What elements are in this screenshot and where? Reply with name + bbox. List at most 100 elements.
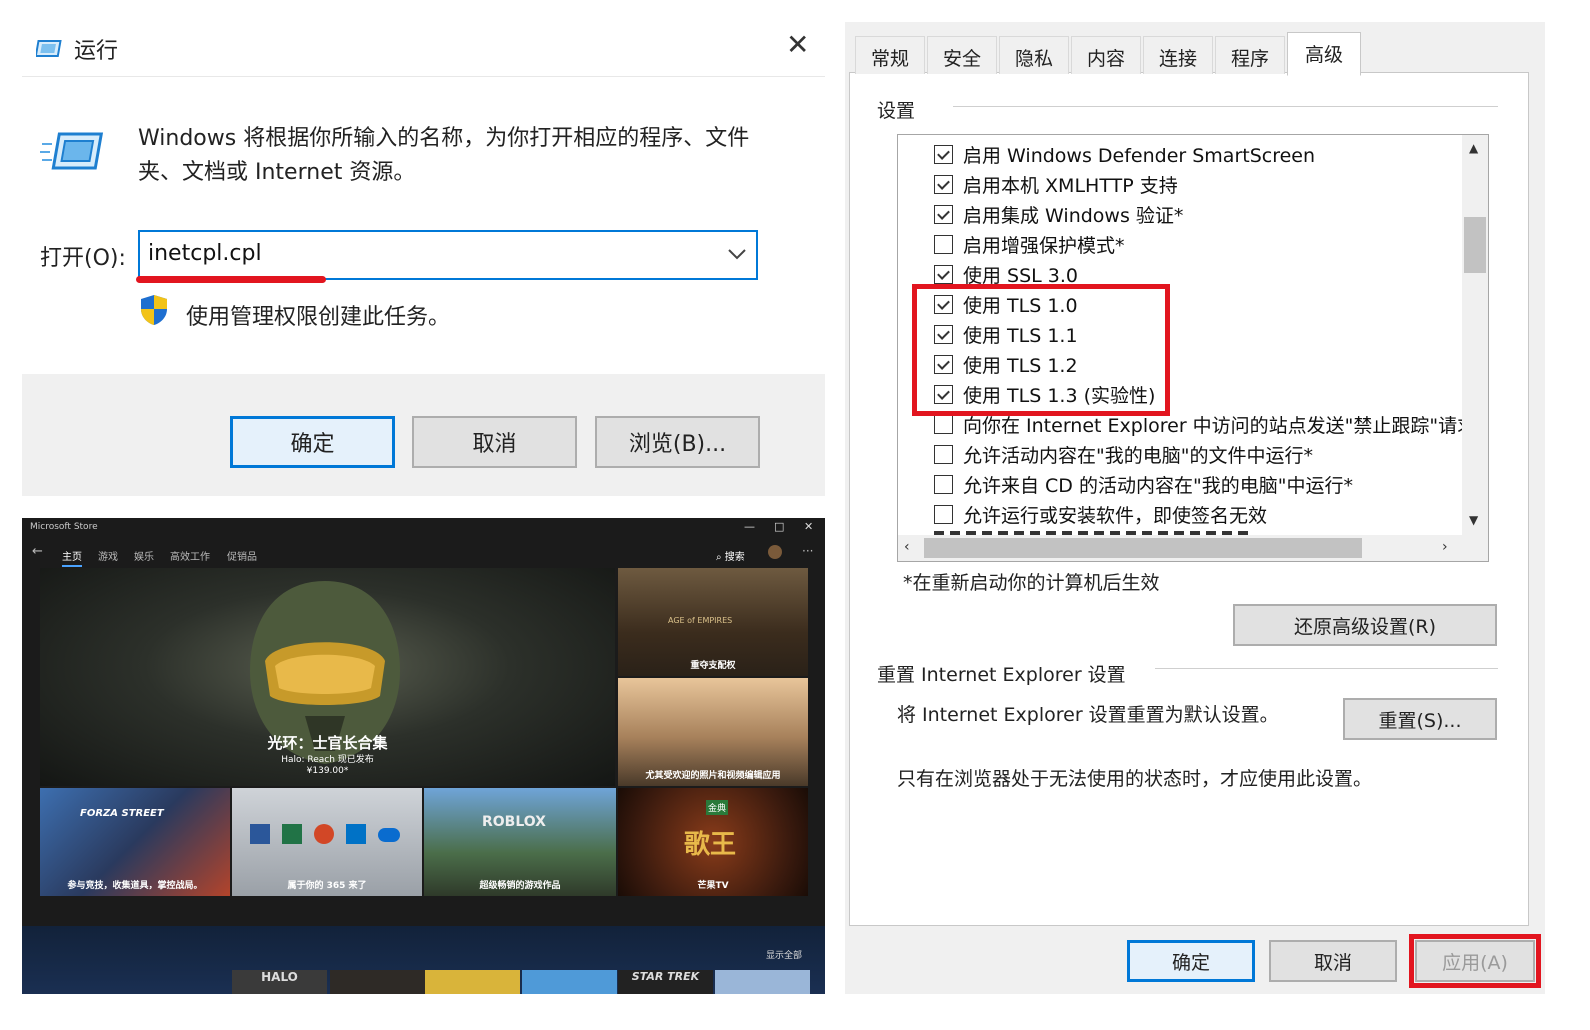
list-item-label: 启用 Windows Defender SmartScreen [963,145,1316,167]
show-all-link[interactable]: 显示全部 [766,948,802,961]
checkbox[interactable] [934,415,953,434]
maximize-icon[interactable]: □ [774,520,784,533]
reset-description: 将 Internet Explorer 设置重置为默认设置。 [897,704,1279,726]
scroll-down-icon[interactable]: ▼ [1469,513,1478,527]
microsoft-store-window: Microsoft Store — □ ✕ ← 主页 游戏 娱乐 高效工作 促销… [22,518,825,994]
jindian-logo: 金典 [706,800,729,815]
reset-button[interactable]: 重置(S)... [1343,698,1497,740]
startrek-thumb[interactable]: STAR TREK [618,970,713,994]
roblox-logo: ROBLOX [482,814,546,830]
more-icon[interactable]: ··· [802,544,813,558]
list-item-label: 启用增强保护模式* [963,235,1125,257]
tab-security[interactable]: 安全 [927,36,997,74]
forza-tile[interactable]: FORZA STREET 参与竞技，收集道具，掌控战局。 [40,788,230,896]
office-caption: 属于你的 365 来了 [287,881,367,891]
scroll-left-icon[interactable]: ‹ [904,539,910,555]
nav-productivity[interactable]: 高效工作 [170,548,210,563]
list-item-label: 启用集成 Windows 验证* [963,205,1184,227]
cancel-button[interactable]: 取消 [412,416,577,468]
forza-caption: 参与竞技，收集道具，掌控战局。 [67,881,203,891]
tab-privacy[interactable]: 隐私 [999,36,1069,74]
open-label: 打开(O): [40,246,126,271]
restore-advanced-button[interactable]: 还原高级设置(R) [1233,604,1497,646]
tab-advanced[interactable]: 高级 [1287,32,1361,76]
game-thumb[interactable] [330,970,425,994]
hero-tile[interactable]: 光环：士官长合集 Halo: Reach 现已发布 ¥139.00* [40,568,615,786]
minimize-icon[interactable]: — [744,520,755,533]
list-item[interactable]: 允许活动内容在"我的电脑"的文件中运行* [934,441,1313,468]
reset-warning: 只有在浏览器处于无法使用的状态时，才应使用此设置。 [897,768,1373,790]
store-nav: ← 主页 游戏 娱乐 高效工作 促销品 ⌕ 搜索 ··· [22,544,825,568]
run-title-text: 运行 [74,39,119,64]
run-description: Windows 将根据你所输入的名称，为你打开相应的程序、文件夹、文档或 Int… [138,126,750,185]
aoe-caption: 重夺支配权 [690,661,736,671]
list-item[interactable]: 启用 Windows Defender SmartScreen [934,141,1315,168]
io-cancel-button[interactable]: 取消 [1269,940,1397,982]
list-item[interactable]: 启用增强保护模式* [934,231,1125,258]
close-button[interactable]: ✕ [786,28,809,61]
tab-content[interactable]: 内容 [1071,36,1141,74]
hscroll-thumb[interactable] [924,538,1362,558]
search-button[interactable]: ⌕ 搜索 [716,548,745,563]
ok-button[interactable]: 确定 [230,416,395,468]
run-dialog: 运行 ✕ Windows 将根据你所输入的名称，为你打开相应的程序、文件夹、文档… [22,18,825,496]
roblox-tile[interactable]: ROBLOX 超级畅销的游戏作品 [424,788,616,896]
halo-thumb[interactable]: HALO [232,970,327,994]
ultimate-thumb[interactable] [425,970,520,994]
scroll-up-icon[interactable]: ▲ [1469,141,1478,155]
run-app-icon [36,40,62,57]
excel-icon [282,824,302,844]
avatar[interactable] [768,545,782,559]
extra-thumb[interactable] [715,970,810,994]
mango-tv-tile[interactable]: 金典 歌王 芒果TV [618,788,808,896]
list-item-label: 允许运行或安装软件，即使签名无效 [963,505,1268,527]
run-title: 运行 [36,33,118,65]
forza-logo: FORZA STREET [80,808,164,819]
hero-price: ¥139.00* [306,766,349,776]
photo-apps-tile[interactable]: 尤其受欢迎的照片和视频编辑应用 [618,678,808,786]
checkbox[interactable] [934,175,953,194]
list-item[interactable]: 启用集成 Windows 验证* [934,201,1183,228]
horizontal-scrollbar[interactable]: ‹ › [898,535,1488,561]
mango-caption: 芒果TV [697,881,729,891]
roblox-caption: 超级畅销的游戏作品 [479,881,561,891]
hero-title: 光环：士官长合集 [267,734,388,752]
checkbox[interactable] [934,265,953,284]
scroll-thumb[interactable] [1464,217,1486,273]
apply-red-box-annotation [1409,934,1541,988]
vertical-scrollbar[interactable]: ▲ ▼ [1462,135,1488,535]
checkbox[interactable] [934,205,953,224]
checkbox[interactable] [934,505,953,524]
search-label: 搜索 [724,552,745,563]
io-ok-button[interactable]: 确定 [1127,940,1255,982]
tab-programs[interactable]: 程序 [1215,36,1285,74]
nav-home[interactable]: 主页 [62,548,82,567]
powerpoint-icon [314,824,334,844]
age-of-empires-tile[interactable]: AGE of EMPIRES 重夺支配权 [618,568,808,676]
store-app-title: Microsoft Store [30,522,98,532]
tab-general[interactable]: 常规 [855,36,925,74]
scroll-right-icon[interactable]: › [1442,539,1448,555]
minecraft-thumb[interactable] [522,970,617,994]
open-combobox-input[interactable]: inetcpl.cpl [138,230,758,280]
list-item[interactable]: 启用本机 XMLHTTP 支持 [934,171,1178,198]
office-tile[interactable]: 属于你的 365 来了 [232,788,422,896]
back-arrow-icon[interactable]: ← [32,544,43,559]
list-item[interactable]: 允许运行或安装软件，即使签名无效 [934,501,1267,528]
outlook-icon [346,824,366,844]
close-icon[interactable]: ✕ [804,520,813,533]
browse-button[interactable]: 浏览(B)... [595,416,760,468]
list-item[interactable]: 允许来自 CD 的活动内容在"我的电脑"中运行* [934,471,1353,498]
checkbox[interactable] [934,145,953,164]
nav-games[interactable]: 游戏 [98,548,118,563]
nav-deals[interactable]: 促销品 [227,548,257,563]
admin-note: 使用管理权限创建此任务。 [186,305,451,330]
checkbox[interactable] [934,445,953,464]
checkbox[interactable] [934,475,953,494]
nav-entertainment[interactable]: 娱乐 [134,548,154,563]
checkbox[interactable] [934,235,953,254]
internet-options-dialog: 常规 安全 隐私 内容 连接 程序 高级 设置 启用 Windows Defen… [845,22,1545,994]
chevron-down-icon[interactable] [728,244,746,265]
title-divider [22,76,825,77]
tab-connections[interactable]: 连接 [1143,36,1213,74]
